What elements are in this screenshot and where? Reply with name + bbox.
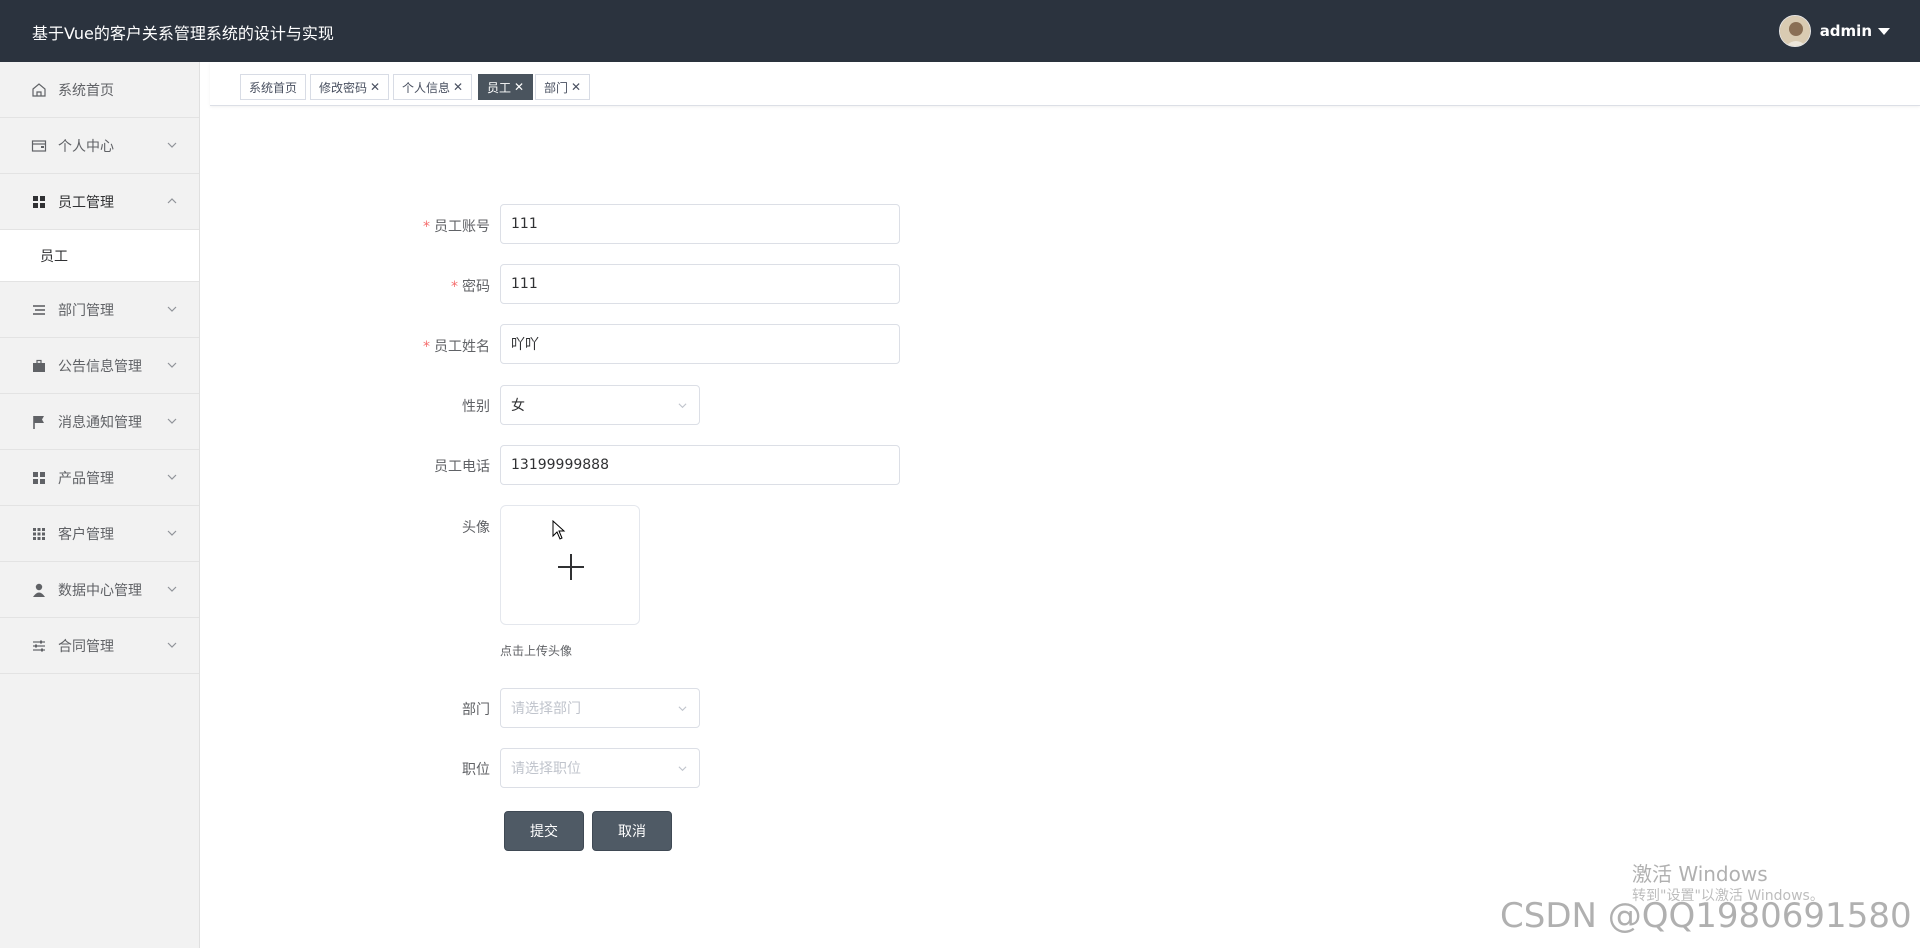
- chevron-down-icon: [167, 474, 177, 480]
- apps-icon: [30, 525, 48, 543]
- position-select[interactable]: 请选择职位: [500, 748, 700, 788]
- plus-icon: [558, 554, 584, 580]
- tags-view: 系统首页 修改密码 ✕ 个人信息 ✕ 员工 ✕ 部门 ✕: [210, 62, 1920, 106]
- mouse-cursor-icon: [552, 520, 566, 540]
- sidebar-item-announcement[interactable]: 公告信息管理: [0, 338, 199, 394]
- chevron-down-icon: [167, 142, 177, 148]
- chevron-down-icon: [167, 530, 177, 536]
- tab-label: 部门: [544, 80, 569, 95]
- app-title: 基于Vue的客户关系管理系统的设计与实现: [32, 24, 334, 43]
- name-input[interactable]: 吖吖: [500, 324, 900, 364]
- sidebar-item-label: 部门管理: [58, 302, 114, 319]
- department-placeholder: 请选择部门: [511, 701, 581, 717]
- flag-icon: [30, 413, 48, 431]
- sidebar-item-label: 合同管理: [58, 638, 114, 655]
- password-input[interactable]: 111: [500, 264, 900, 304]
- sidebar-item-home[interactable]: 系统首页: [0, 62, 199, 118]
- tab-label: 系统首页: [249, 80, 298, 95]
- sliders-icon: [30, 637, 48, 655]
- password-label: * 密码: [451, 279, 490, 295]
- account-label: * 员工账号: [423, 219, 490, 235]
- user-icon: [30, 581, 48, 599]
- sidebar-item-customer[interactable]: 客户管理: [0, 506, 199, 562]
- sidebar-item-product[interactable]: 产品管理: [0, 450, 199, 506]
- windows-activation-title: 激活 Windows: [1632, 862, 1768, 886]
- tab-label: 员工: [487, 80, 512, 95]
- sidebar-item-label: 公告信息管理: [58, 358, 142, 375]
- top-header: 基于Vue的客户关系管理系统的设计与实现 admin: [0, 0, 1920, 62]
- sidebar-item-label: 消息通知管理: [58, 414, 142, 431]
- chevron-down-icon: [167, 642, 177, 648]
- sidebar-item-label: 系统首页: [58, 82, 114, 99]
- account-value: 111: [511, 216, 538, 232]
- required-mark: *: [423, 219, 430, 235]
- close-icon[interactable]: ✕: [571, 80, 581, 94]
- position-label: 职位: [462, 762, 490, 778]
- sidebar-item-staff[interactable]: 员工管理: [0, 174, 199, 230]
- cancel-button[interactable]: 取消: [592, 811, 672, 851]
- chevron-down-icon: [167, 362, 177, 368]
- phone-input[interactable]: 13199999888: [500, 445, 900, 485]
- username[interactable]: admin: [1820, 22, 1872, 40]
- home-icon: [30, 81, 48, 99]
- sidebar-item-personal[interactable]: 个人中心: [0, 118, 199, 174]
- chevron-down-icon: [678, 706, 687, 712]
- close-icon[interactable]: ✕: [514, 80, 524, 94]
- tab-change-password[interactable]: 修改密码 ✕: [310, 74, 390, 100]
- tab-department[interactable]: 部门 ✕: [535, 74, 591, 100]
- password-value: 111: [511, 276, 538, 292]
- wallet-icon: [30, 137, 48, 155]
- department-label: 部门: [462, 702, 490, 718]
- avatar-upload[interactable]: [500, 505, 640, 625]
- phone-value: 13199999888: [511, 457, 609, 473]
- tab-staff[interactable]: 员工 ✕: [478, 74, 534, 100]
- chevron-down-icon: [167, 418, 177, 424]
- sidebar-item-label: 数据中心管理: [58, 582, 142, 599]
- grid-icon: [30, 193, 48, 211]
- sidebar-item-label: 产品管理: [58, 470, 114, 487]
- close-icon[interactable]: ✕: [453, 80, 463, 94]
- tab-label: 个人信息: [402, 80, 451, 95]
- list-icon: [30, 301, 48, 319]
- gender-select[interactable]: 女: [500, 385, 700, 425]
- sidebar: 系统首页 个人中心 员工管理 员工 部门管理 公告信息管理 消息通知管理 产品管…: [0, 62, 200, 948]
- tab-label: 修改密码: [319, 80, 368, 95]
- sidebar-subitem-label: 员工: [40, 248, 68, 265]
- sidebar-item-notification[interactable]: 消息通知管理: [0, 394, 199, 450]
- required-mark: *: [451, 279, 458, 295]
- department-select[interactable]: 请选择部门: [500, 688, 700, 728]
- name-label: * 员工姓名: [423, 339, 490, 355]
- sidebar-item-data-center[interactable]: 数据中心管理: [0, 562, 199, 618]
- gender-label: 性别: [462, 399, 490, 415]
- chevron-down-icon: [167, 306, 177, 312]
- avatar-label: 头像: [462, 520, 490, 536]
- sidebar-item-label: 员工管理: [58, 194, 114, 211]
- sidebar-item-contract[interactable]: 合同管理: [0, 618, 199, 674]
- tab-home[interactable]: 系统首页: [240, 74, 307, 100]
- sidebar-item-label: 客户管理: [58, 526, 114, 543]
- position-placeholder: 请选择职位: [511, 761, 581, 777]
- gender-value: 女: [511, 398, 525, 414]
- user-avatar[interactable]: [1778, 15, 1811, 47]
- name-value: 吖吖: [511, 337, 539, 353]
- user-menu[interactable]: admin: [1778, 15, 1890, 47]
- caret-down-icon[interactable]: [1878, 27, 1890, 35]
- phone-label: 员工电话: [434, 459, 490, 475]
- csdn-watermark: CSDN @QQ1980691580: [1500, 896, 1912, 936]
- chevron-down-icon: [678, 766, 687, 772]
- close-icon[interactable]: ✕: [370, 80, 380, 94]
- upload-tip: 点击上传头像: [500, 644, 573, 658]
- sidebar-item-department[interactable]: 部门管理: [0, 282, 199, 338]
- sidebar-subitem-staff[interactable]: 员工: [0, 230, 199, 282]
- required-mark: *: [423, 339, 430, 355]
- account-input[interactable]: 111: [500, 204, 900, 244]
- tab-profile[interactable]: 个人信息 ✕: [393, 74, 473, 100]
- grid-icon: [30, 469, 48, 487]
- briefcase-icon: [30, 357, 48, 375]
- chevron-up-icon: [167, 198, 177, 204]
- submit-button[interactable]: 提交: [504, 811, 584, 851]
- chevron-down-icon: [678, 403, 687, 409]
- sidebar-item-label: 个人中心: [58, 138, 114, 155]
- chevron-down-icon: [167, 586, 177, 592]
